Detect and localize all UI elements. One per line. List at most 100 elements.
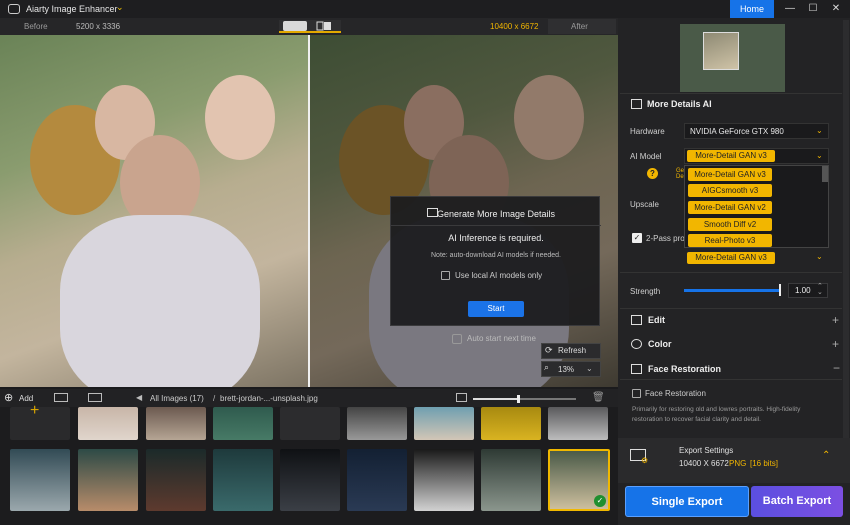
hardware-value: NVIDIA GeForce GTX 980 <box>690 127 784 136</box>
dialog-title: Generate More Image Details <box>436 209 556 219</box>
ai-model-value: More-Detail GAN v3 <box>687 150 775 162</box>
strength-label: Strength <box>630 287 661 296</box>
stepper-icon[interactable]: ⌃ ⌄ <box>817 283 823 296</box>
gear-icon: ⚙ <box>641 456 649 465</box>
list-item[interactable] <box>213 449 273 511</box>
help-icon[interactable]: ? <box>647 168 658 179</box>
expand-icon[interactable]: + <box>832 337 839 351</box>
list-item[interactable] <box>347 449 407 511</box>
ai-model-dropdown: More-Detail GAN v3 AIGCsmooth v3 More-De… <box>684 165 829 248</box>
before-label: Before <box>24 22 48 31</box>
strength-slider[interactable] <box>684 289 781 292</box>
single-export-button[interactable]: Single Export <box>625 486 749 517</box>
dropdown-option[interactable]: More-Detail GAN v3 <box>688 168 772 181</box>
list-item[interactable] <box>414 407 474 440</box>
trash-icon[interactable]: 🗑 <box>592 392 605 403</box>
list-item[interactable] <box>414 449 474 511</box>
dropdown-option[interactable]: More-Detail GAN v2 <box>688 201 772 214</box>
model-info-text: Ge De <box>676 168 684 180</box>
dropdown-scrollbar[interactable] <box>822 166 828 182</box>
breadcrumb-all-images[interactable]: All Images (17) <box>150 394 204 403</box>
chevron-down-icon: ⌄ <box>816 126 823 135</box>
two-pass-checkbox[interactable]: ✓ <box>632 233 642 243</box>
generate-details-dialog: Generate More Image Details AI Inference… <box>390 196 601 326</box>
zoom-icon: ⌕ <box>544 362 550 372</box>
collapse-icon[interactable]: − <box>833 361 840 375</box>
filmstrip-view-icon[interactable] <box>88 393 102 402</box>
list-item[interactable] <box>347 407 407 440</box>
ai-model-label: AI Model <box>630 152 662 161</box>
start-button[interactable]: Start <box>468 301 524 317</box>
export-bits: [16 bits] <box>750 459 779 468</box>
side-by-side-view-icon[interactable] <box>283 21 307 31</box>
thumbnail-size-knob[interactable] <box>517 395 520 403</box>
chevron-down-icon: ⌄ <box>816 151 823 160</box>
list-item[interactable] <box>78 407 138 440</box>
split-view-icon[interactable] <box>311 21 337 31</box>
local-models-checkbox[interactable] <box>441 271 450 280</box>
list-item[interactable] <box>78 449 138 511</box>
back-icon[interactable]: ◀ <box>136 393 142 402</box>
strength-knob[interactable] <box>779 284 781 296</box>
list-item[interactable] <box>548 407 608 440</box>
two-pass-label: 2-Pass proc <box>646 234 689 243</box>
export-size: 10400 X 6672 <box>679 459 729 468</box>
navigator-viewport[interactable] <box>703 32 739 70</box>
home-button[interactable]: Home <box>730 0 774 18</box>
close-button[interactable]: ✕ <box>826 2 846 16</box>
list-item[interactable] <box>213 407 273 440</box>
divider <box>620 308 842 309</box>
batch-export-button[interactable]: Batch Export <box>751 486 843 517</box>
chevron-down-icon[interactable]: ⌄ <box>116 2 124 13</box>
zoom-value: 13% <box>558 365 575 374</box>
divider <box>620 272 842 273</box>
expand-icon[interactable]: + <box>832 313 839 327</box>
list-item[interactable] <box>146 407 206 440</box>
app-logo-icon <box>8 4 20 14</box>
thumbnail-size-fill <box>473 398 518 400</box>
after-label: After <box>571 22 588 31</box>
title-bar <box>0 0 850 18</box>
breadcrumb-separator: / <box>213 394 216 403</box>
more-details-heading: More Details AI <box>647 99 712 109</box>
auto-start-checkbox[interactable] <box>452 334 462 344</box>
divider <box>620 93 842 94</box>
split-divider-handle[interactable] <box>308 35 310 387</box>
list-item[interactable] <box>481 407 541 440</box>
edit-heading[interactable]: Edit <box>648 315 665 325</box>
breadcrumb-file: brett-jordan-...-unsplash.jpg <box>220 394 318 403</box>
app-title: Aiarty Image Enhancer <box>26 4 118 14</box>
grid-view-icon[interactable] <box>54 393 68 402</box>
dialog-divider <box>391 225 601 226</box>
panel-scrollbar[interactable] <box>843 20 849 440</box>
refresh-label: Refresh <box>558 346 587 355</box>
plus-icon: + <box>30 402 40 419</box>
list-item[interactable] <box>146 449 206 511</box>
chevron-up-icon[interactable]: ⌃ <box>822 450 830 461</box>
color-heading[interactable]: Color <box>648 339 672 349</box>
list-item[interactable] <box>280 407 340 440</box>
add-icon[interactable]: ⊕ <box>4 391 13 404</box>
add-image-tile[interactable] <box>10 407 70 440</box>
divider <box>620 379 842 380</box>
second-pass-model-value[interactable]: More-Detail GAN v3 <box>687 252 775 264</box>
face-restoration-checkbox[interactable] <box>632 389 641 398</box>
minimize-button[interactable]: — <box>780 2 800 16</box>
model-info-line-2: De <box>676 174 684 180</box>
list-item[interactable] <box>10 449 70 511</box>
before-image <box>0 35 309 387</box>
dropdown-option[interactable]: AIGCsmooth v3 <box>688 184 772 197</box>
dropdown-option[interactable]: Smooth Diff v2 <box>688 218 772 231</box>
after-size: 10400 x 6672 <box>490 22 539 31</box>
dropdown-option[interactable]: Real-Photo v3 <box>688 234 772 247</box>
list-item-selected[interactable]: ✓ <box>548 449 610 511</box>
maximize-button[interactable]: ☐ <box>803 2 823 16</box>
chevron-down-icon: ⌄ <box>816 252 823 261</box>
export-settings-title: Export Settings <box>679 446 734 455</box>
list-item[interactable] <box>481 449 541 511</box>
face-restoration-description: Primarily for restoring old and lowres p… <box>632 406 801 423</box>
more-details-icon <box>631 99 642 109</box>
local-models-label: Use local AI models only <box>455 271 543 280</box>
list-item[interactable] <box>280 449 340 511</box>
face-restoration-heading[interactable]: Face Restoration <box>648 364 721 374</box>
